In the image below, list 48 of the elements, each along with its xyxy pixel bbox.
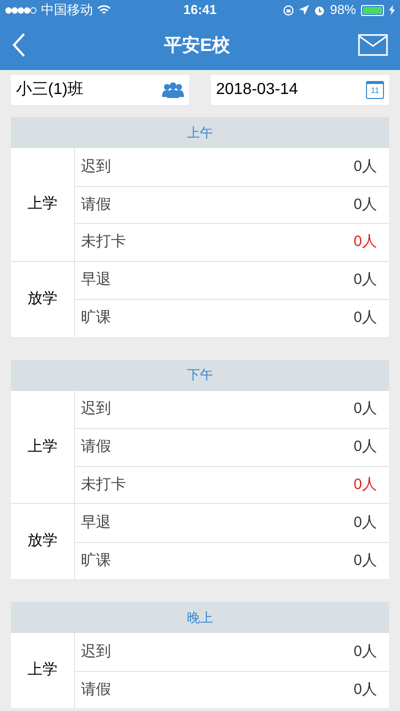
- row-label: 请假: [81, 194, 111, 214]
- alarm-icon: [314, 4, 325, 16]
- row-label: 早退: [81, 512, 111, 532]
- clock-text: 16:41: [183, 1, 217, 20]
- row-count: 0人: [354, 308, 377, 328]
- row-count: 0人: [354, 474, 377, 494]
- group-label: 上学: [11, 633, 75, 708]
- row-label: 迟到: [81, 642, 111, 662]
- row-label: 请假: [81, 680, 111, 700]
- row-count: 0人: [354, 550, 377, 570]
- row-count: 0人: [354, 399, 377, 419]
- group-label: 上学: [11, 390, 75, 503]
- rotation-lock-icon: [282, 4, 294, 16]
- row-label: 旷课: [81, 550, 111, 570]
- row-label: 未打卡: [81, 474, 126, 494]
- charging-icon: [389, 5, 395, 15]
- row-count: 0人: [354, 512, 377, 532]
- row-count: 0人: [354, 156, 377, 176]
- battery-text: 98%: [330, 1, 356, 20]
- location-icon: [298, 5, 309, 15]
- carrier-text: 中国移动: [41, 1, 93, 20]
- group-label: 放学: [11, 262, 75, 336]
- row-label: 迟到: [81, 156, 111, 176]
- group-label: 放学: [11, 504, 75, 579]
- section-header: 晚上: [11, 602, 389, 633]
- page-title: 平安E校: [164, 34, 230, 56]
- row-label: 早退: [81, 270, 111, 290]
- row-label: 迟到: [81, 399, 111, 419]
- row-count: 0人: [354, 642, 377, 662]
- row-count: 0人: [354, 232, 377, 252]
- row-label: 旷课: [81, 308, 111, 328]
- mail-icon[interactable]: [358, 34, 388, 56]
- row-label: 请假: [81, 437, 111, 457]
- battery-icon: [361, 4, 384, 16]
- section-header: 上午: [11, 117, 389, 148]
- row-count: 0人: [354, 270, 377, 290]
- row-count: 0人: [354, 194, 377, 214]
- signal-icon: [5, 6, 37, 14]
- row-count: 0人: [354, 680, 377, 700]
- row-label: 未打卡: [81, 232, 126, 252]
- wifi-icon: [97, 5, 111, 15]
- date-selector[interactable]: 2018-03-14 11: [211, 75, 389, 105]
- group-icon: [162, 82, 184, 98]
- class-selector[interactable]: 小三(1)班: [11, 75, 189, 105]
- section-header: 下午: [11, 360, 389, 390]
- calendar-icon: 11: [366, 81, 384, 99]
- row-count: 0人: [354, 437, 377, 457]
- group-label: 上学: [11, 148, 75, 260]
